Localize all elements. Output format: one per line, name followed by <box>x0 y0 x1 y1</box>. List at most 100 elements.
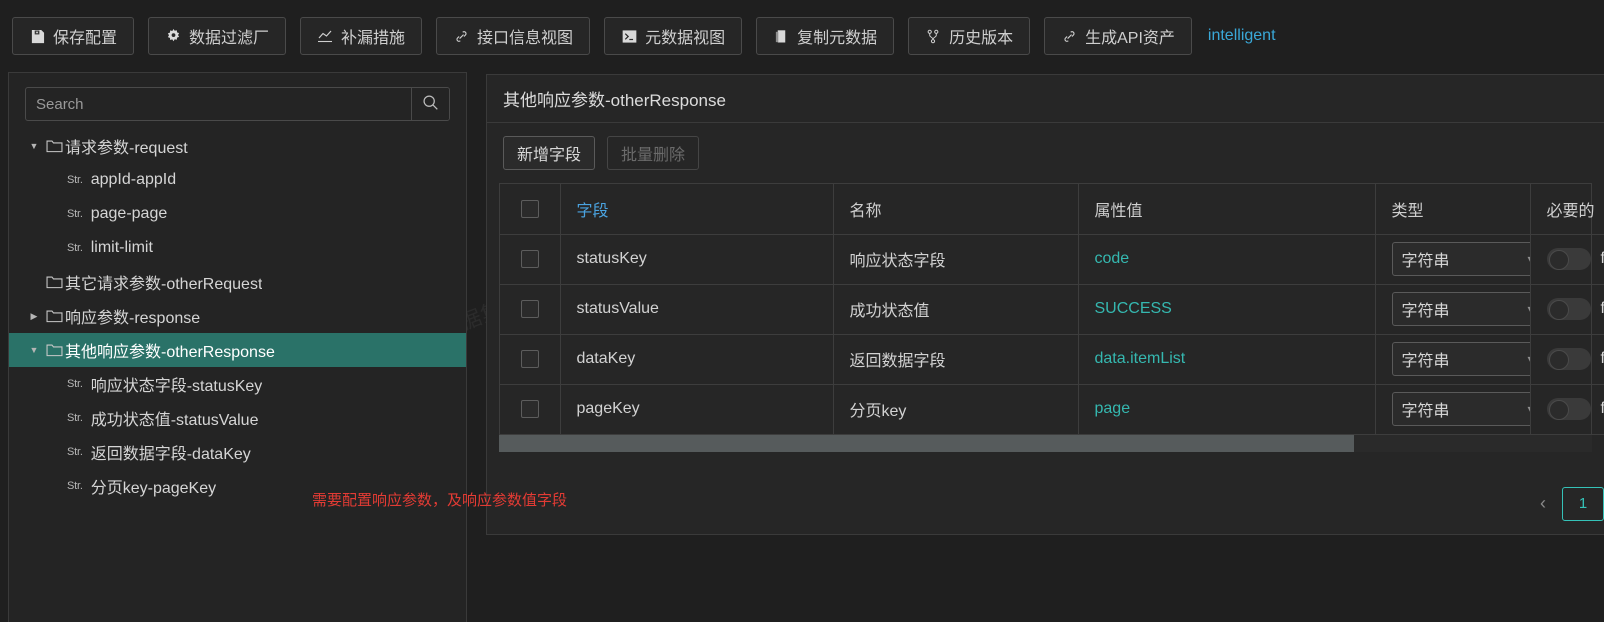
required-toggle-group: false <box>1546 248 1604 270</box>
fields-table-container: 字段 名称 属性值 类型 必要的 statusKey响应状态字段 code 字符串▾… <box>499 183 1604 435</box>
cell-field: statusKey <box>560 234 834 285</box>
cell-field: pageKey <box>560 384 834 435</box>
row-checkbox[interactable] <box>520 299 539 318</box>
pagination-prev-button[interactable]: ‹ <box>1536 493 1550 514</box>
row-checkbox[interactable] <box>520 399 539 418</box>
row-select-cell <box>500 284 561 335</box>
tree-node[interactable]: 其他响应参数-otherResponse <box>9 333 466 367</box>
history-version-button[interactable]: 历史版本 <box>908 17 1031 55</box>
table-body: statusKey响应状态字段code字符串▾falsestatusValue成… <box>500 234 1604 435</box>
generate-api-asset-button[interactable]: 生成API资产 <box>1044 17 1192 55</box>
api-info-view-button[interactable]: 接口信息视图 <box>436 17 591 55</box>
column-header-field[interactable]: 字段 <box>560 184 834 235</box>
generate-api-asset-label: 生成API资产 <box>1085 30 1175 47</box>
horizontal-scrollbar-thumb[interactable] <box>499 434 1354 452</box>
tree-node-label: 其它请求参数-otherRequest <box>65 276 263 293</box>
horizontal-scrollbar-track[interactable] <box>499 434 1592 452</box>
parameter-tree: 请求参数-request Str. appId-appId Str. page-page… <box>9 129 466 503</box>
row-checkbox[interactable] <box>520 349 539 368</box>
search-icon <box>422 94 439 114</box>
cell-required: false <box>1530 334 1604 385</box>
tree-node-label: page-page <box>90 205 168 222</box>
search-button[interactable] <box>411 88 449 120</box>
metadata-view-label: 元数据视图 <box>645 30 726 47</box>
type-select[interactable]: 字符串▾ <box>1391 242 1529 276</box>
table-row[interactable]: pageKey分页key page 字符串▾ false <box>500 384 1604 435</box>
type-tag: Str. <box>67 480 83 492</box>
metadata-view-button[interactable]: 元数据视图 <box>604 17 743 55</box>
select-all-checkbox[interactable] <box>520 199 539 218</box>
tree-node-label: 其他响应参数-otherResponse <box>65 344 275 361</box>
type-select-value: 字符串 <box>1401 253 1450 270</box>
add-field-button[interactable]: 新增字段 <box>503 136 596 170</box>
attr-value-text[interactable]: code <box>1095 250 1130 267</box>
table-row[interactable]: statusKey响应状态字段 code 字符串▾ false <box>500 234 1604 285</box>
terminal-icon <box>621 28 637 44</box>
row-select-cell <box>500 384 561 435</box>
detail-panel: 其他响应参数-otherResponse 新增字段 批量删除 字段 名称 属性值… <box>486 74 1604 535</box>
save-config-button[interactable]: 保存配置 <box>12 17 135 55</box>
type-select-value: 字符串 <box>1401 353 1450 370</box>
fields-table: 字段 名称 属性值 类型 必要的 statusKey响应状态字段 code 字符串▾… <box>500 184 1604 435</box>
cell-attr-value: SUCCESS <box>1078 284 1376 335</box>
column-header-attr-value[interactable]: 属性值 <box>1078 184 1376 235</box>
type-select[interactable]: 字符串▾ <box>1391 292 1529 326</box>
cell-name: 分页key <box>833 384 1079 435</box>
required-toggle-label: false <box>1601 350 1604 368</box>
chevron-down-icon[interactable] <box>25 141 43 151</box>
folder-icon <box>43 139 65 153</box>
row-select-cell <box>500 234 561 285</box>
required-toggle[interactable] <box>1546 348 1591 370</box>
type-select[interactable]: 字符串▾ <box>1391 392 1529 426</box>
line-chart-icon <box>317 28 333 44</box>
data-filter-button[interactable]: 数据过滤厂 <box>148 17 287 55</box>
tree-node[interactable]: 请求参数-request <box>9 129 466 163</box>
gear-icon <box>165 28 181 44</box>
required-toggle[interactable] <box>1546 398 1591 420</box>
red-annotation-note: 需要配置响应参数，及响应参数值字段 <box>312 492 568 509</box>
chevron-right-icon[interactable] <box>25 311 43 322</box>
toolbar: 保存配置 数据过滤厂 补漏措施 接口信息视图 元数据视图 复制元数据 历史版本 … <box>0 0 1604 72</box>
pagination: ‹ 1 <box>487 452 1604 521</box>
table-row[interactable]: dataKey返回数据字段 data.itemList 字符串▾ false <box>500 334 1604 385</box>
column-header-type[interactable]: 类型 <box>1375 184 1531 235</box>
chevron-down-icon[interactable] <box>25 345 43 355</box>
required-toggle[interactable] <box>1546 298 1591 320</box>
cell-name: 响应状态字段 <box>833 234 1079 285</box>
required-toggle-group: false <box>1546 298 1604 320</box>
search-input[interactable] <box>26 88 411 120</box>
tree-node[interactable]: Str. 返回数据字段-dataKey <box>9 435 466 469</box>
copy-icon <box>773 28 789 44</box>
folder-icon <box>43 343 65 357</box>
tree-node[interactable]: Str. appId-appId <box>9 163 466 197</box>
intelligent-link[interactable]: intelligent <box>1208 27 1276 45</box>
tree-node[interactable]: Str. page-page <box>9 197 466 231</box>
attr-value-text[interactable]: data.itemList <box>1095 350 1186 367</box>
link-icon <box>1061 28 1077 44</box>
save-config-label: 保存配置 <box>53 30 118 47</box>
type-select[interactable]: 字符串▾ <box>1391 342 1529 376</box>
table-row[interactable]: statusValue成功状态值 SUCCESS 字符串▾ false <box>500 284 1604 335</box>
column-header-name[interactable]: 名称 <box>833 184 1079 235</box>
attr-value-text[interactable]: SUCCESS <box>1095 300 1172 317</box>
pagination-current-page[interactable]: 1 <box>1562 486 1604 521</box>
row-checkbox[interactable] <box>520 249 539 268</box>
tree-node[interactable]: Str. limit-limit <box>9 231 466 265</box>
tree-node-label: 响应参数-response <box>65 310 201 327</box>
tree-node[interactable]: 响应参数-response <box>9 299 466 333</box>
tree-node[interactable]: 其它请求参数-otherRequest <box>9 265 466 299</box>
copy-metadata-button[interactable]: 复制元数据 <box>756 17 895 55</box>
column-header-required[interactable]: 必要的 <box>1530 184 1604 235</box>
folder-icon <box>43 275 65 289</box>
required-toggle[interactable] <box>1546 248 1591 270</box>
tree-node[interactable]: Str. 响应状态字段-statusKey <box>9 367 466 401</box>
parameter-tree-panel: 请求参数-request Str. appId-appId Str. page-page… <box>8 72 467 622</box>
tree-node[interactable]: Str. 成功状态值-statusValue <box>9 401 466 435</box>
link-icon <box>453 28 469 44</box>
cell-type: 字符串▾ <box>1375 384 1531 435</box>
fix-measure-button[interactable]: 补漏措施 <box>300 17 423 55</box>
attr-value-text[interactable]: page <box>1095 400 1131 417</box>
cell-type: 字符串▾ <box>1375 234 1531 285</box>
type-tag: Str. <box>67 242 83 254</box>
cell-field: dataKey <box>560 334 834 385</box>
